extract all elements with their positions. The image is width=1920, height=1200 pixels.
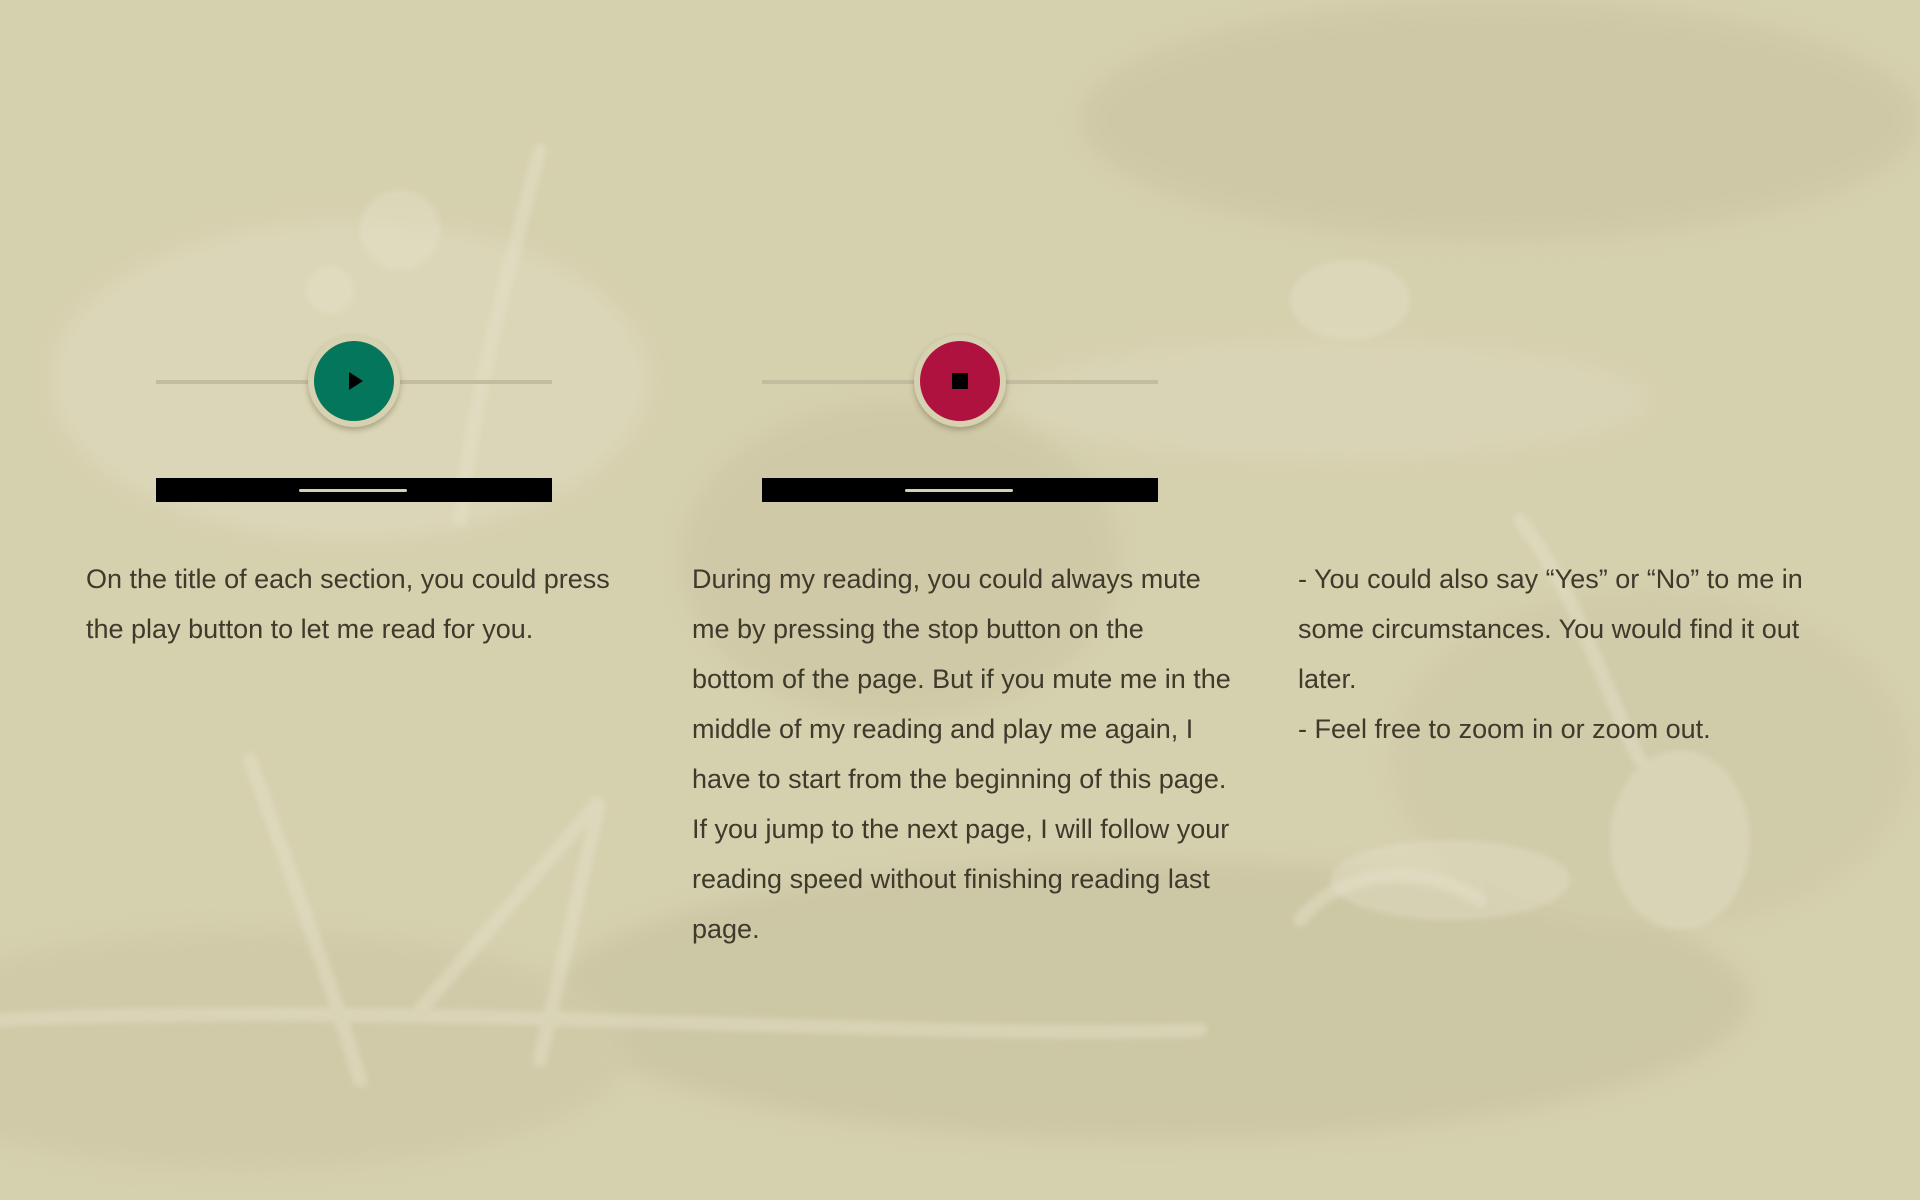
play-button[interactable] xyxy=(314,341,394,421)
panel-tips: - You could also say “Yes” or “No” to me… xyxy=(1298,0,1818,1200)
bar-underline xyxy=(299,489,407,492)
panel-stop: During my reading, you could always mute… xyxy=(692,0,1231,1200)
tips-text: - You could also say “Yes” or “No” to me… xyxy=(1298,564,1803,744)
stop-label-bar xyxy=(762,478,1158,502)
play-icon xyxy=(349,372,363,390)
stop-icon xyxy=(952,373,968,389)
play-label-bar xyxy=(156,478,552,502)
play-instructions-text: On the title of each section, you could … xyxy=(86,564,610,644)
stop-instructions-text: During my reading, you could always mute… xyxy=(692,564,1231,944)
play-button-ring xyxy=(308,335,400,427)
stop-button[interactable] xyxy=(920,341,1000,421)
panel-play: On the title of each section, you could … xyxy=(86,0,610,1200)
stop-button-ring xyxy=(914,335,1006,427)
bar-underline xyxy=(905,489,1013,492)
